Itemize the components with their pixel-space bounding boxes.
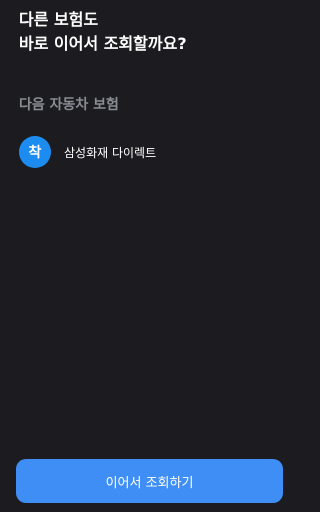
page-title-line-1: 다른 보험도 xyxy=(19,10,99,29)
section-label-next-car-insurance: 다음 자동차 보험 xyxy=(19,97,119,113)
page-title-line-2: 바로 이어서 조회할까요? xyxy=(19,34,187,53)
insurer-name: 삼성화재 다이렉트 xyxy=(64,145,157,160)
page-title: 다른 보험도 바로 이어서 조회할까요? xyxy=(19,8,279,56)
insurer-list-item[interactable]: 착 삼성화재 다이렉트 xyxy=(19,136,156,168)
continue-inquiry-button[interactable]: 이어서 조회하기 xyxy=(16,459,283,503)
samsung-direct-logo-icon: 착 xyxy=(19,136,51,168)
